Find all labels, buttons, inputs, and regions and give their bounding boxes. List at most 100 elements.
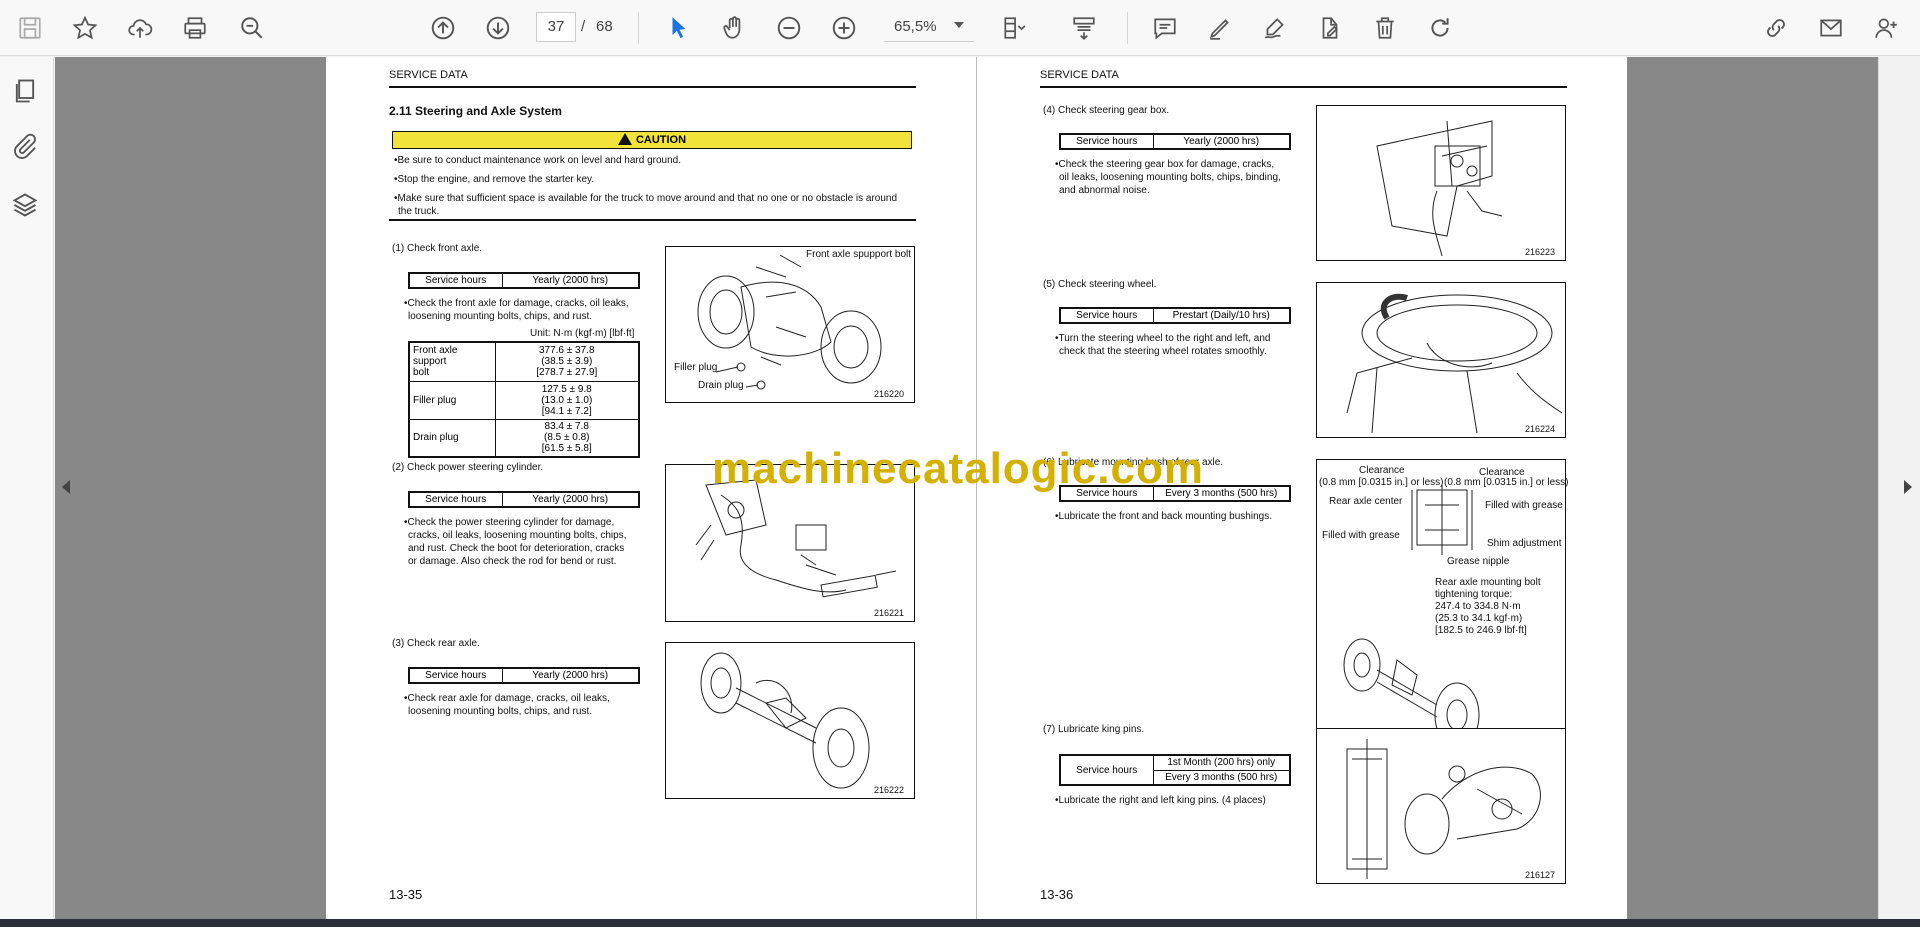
service-hours-table: Service hours Yearly (2000 hrs) [408, 667, 640, 684]
toolbar-divider [1127, 12, 1128, 44]
caution-item: •Be sure to conduct maintenance work on … [394, 155, 682, 166]
item-title: (5) Check steering wheel. [1043, 279, 1157, 290]
figure-number: 216221 [873, 608, 904, 618]
highlight-pen-icon[interactable] [1202, 10, 1238, 46]
figure-label: 247.4 to 334.8 N·m [1435, 601, 1521, 612]
item-title: (7) Lubricate king pins. [1043, 724, 1145, 735]
figure-label: Clearance [1359, 465, 1405, 476]
figure-rear-axle: 216222 [665, 642, 915, 799]
item-description: and abnormal noise. [1059, 185, 1150, 196]
item-description: or damage. Also check the rod for bend o… [408, 556, 617, 567]
account-add-icon[interactable] [1868, 10, 1904, 46]
section-title: 2.11 Steering and Axle System [389, 104, 562, 118]
figure-steering-wheel: 216224 [1316, 282, 1566, 438]
figure-number: 216223 [1524, 247, 1555, 257]
trash-icon[interactable] [1367, 10, 1403, 46]
bookmark-star-icon[interactable] [67, 10, 103, 46]
zoom-in-icon[interactable] [826, 10, 862, 46]
edit-document-icon[interactable] [1312, 10, 1348, 46]
caution-item: the truck. [398, 206, 440, 217]
figure-number: 216224 [1524, 424, 1555, 434]
figure-label: (0.8 mm [0.0315 in.] or less) [1444, 477, 1569, 488]
item-description: loosening mounting bolts, chips, and rus… [408, 311, 592, 322]
figure-front-axle: Front axle spupport bolt Filler plug Dra… [665, 246, 915, 403]
zoom-level-select[interactable]: 65,5% [884, 14, 974, 42]
item-description: loosening mounting bolts, chips, and rus… [408, 706, 592, 717]
item-description: •Check rear axle for damage, cracks, oil… [404, 693, 610, 704]
torque-unit: Unit: N·m (kgf·m) [lbf·ft] [530, 328, 635, 339]
item-description: •Turn the steering wheel to the right an… [1055, 333, 1271, 344]
hand-tool-icon[interactable] [716, 10, 752, 46]
service-hours-table: Service hours Yearly (2000 hrs) [408, 272, 640, 289]
page-fit-icon[interactable] [996, 10, 1032, 46]
service-hours-table: Service hours 1st Month (200 hrs) only Ev… [1059, 754, 1291, 786]
page-header: SERVICE DATA [389, 69, 468, 81]
page-number: 13-36 [1040, 887, 1074, 902]
layers-icon[interactable] [11, 191, 43, 223]
page-thumbnails-icon[interactable] [11, 77, 43, 109]
comment-icon[interactable] [1147, 10, 1183, 46]
email-icon[interactable] [1813, 10, 1849, 46]
figure-label: [182.5 to 246.9 lbf·ft] [1435, 625, 1527, 636]
redo-icon[interactable] [1422, 10, 1458, 46]
select-cursor-icon[interactable] [661, 10, 697, 46]
figure-label: Rear axle center [1329, 496, 1403, 507]
page-number: 13-35 [389, 887, 423, 902]
header-rule [389, 86, 916, 88]
figure-label: Grease nipple [1447, 556, 1510, 567]
figure-label: (0.8 mm [0.0315 in.] or less) [1319, 477, 1444, 488]
figure-label: tightening torque: [1435, 589, 1513, 600]
figure-label: (25.3 to 34.1 kgf·m) [1435, 613, 1523, 624]
next-page-icon[interactable] [480, 10, 516, 46]
cloud-upload-icon[interactable] [122, 10, 158, 46]
service-hours-table: Service hours Yearly (2000 hrs) [408, 491, 640, 508]
figure-rear-axle-mounting: Clearance (0.8 mm [0.0315 in.] or less) … [1316, 459, 1569, 765]
item-description: •Check the steering gear box for damage,… [1055, 159, 1275, 170]
figure-label: Filler plug [674, 362, 718, 373]
print-icon[interactable] [177, 10, 213, 46]
toolbar: 37 / 68 65,5% [0, 0, 1920, 56]
item-description: •Lubricate the front and back mounting b… [1055, 511, 1272, 522]
item-description: cracks, oil leaks, loosening mounting bo… [408, 530, 627, 541]
caution-banner: CAUTION [392, 131, 912, 149]
chevron-down-icon[interactable] [954, 22, 964, 28]
item-description: •Check the front axle for damage, cracks… [404, 298, 629, 309]
page-total: 68 [596, 18, 613, 35]
figure-number: 216222 [873, 785, 904, 795]
caution-item: •Make sure that sufficient space is avai… [394, 193, 898, 204]
previous-page-icon[interactable] [425, 10, 461, 46]
figure-label: Rear axle mounting bolt [1435, 577, 1541, 588]
page-header: SERVICE DATA [1040, 69, 1119, 81]
item-title: (2) Check power steering cylinder. [392, 462, 544, 473]
save-icon[interactable] [12, 10, 48, 46]
figure-steering-gear-box: 216223 [1316, 105, 1566, 261]
figure-number: 216220 [873, 389, 904, 399]
service-hours-table: Service hours Yearly (2000 hrs) [1059, 133, 1291, 150]
collapse-left-panel-icon[interactable] [62, 480, 70, 494]
figure-label: Shim adjustment [1487, 538, 1562, 549]
page-separator: / [581, 18, 586, 35]
share-link-icon[interactable] [1758, 10, 1794, 46]
watermark: machinecatalogic.com [712, 444, 1204, 493]
toolbar-divider [638, 12, 639, 44]
collapse-right-panel-icon[interactable] [1904, 480, 1912, 494]
figure-label: Drain plug [698, 380, 744, 391]
figure-number: 216127 [1524, 870, 1555, 880]
figure-king-pins: 216127 [1316, 728, 1566, 884]
item-description: and rust. Check the boot for deteriorati… [408, 543, 625, 554]
zoom-out-icon[interactable] [771, 10, 807, 46]
figure-label: Front axle spupport bolt [806, 249, 912, 260]
item-title: (4) Check steering gear box. [1043, 105, 1170, 116]
draw-sign-icon[interactable] [1257, 10, 1293, 46]
item-description: •Check the power steering cylinder for d… [404, 517, 615, 528]
service-hours-table: Service hours Prestart (Daily/10 hrs) [1059, 307, 1291, 324]
torque-table: Front axle support bolt 377.6 ± 37.8 (38.5… [408, 341, 640, 458]
header-rule [1040, 86, 1567, 88]
taskbar-strip [0, 919, 1920, 927]
page-number-input[interactable]: 37 [536, 12, 576, 42]
attachment-paperclip-icon[interactable] [11, 133, 43, 165]
zoom-out-search-icon[interactable] [234, 10, 270, 46]
warning-icon [617, 133, 632, 145]
scroll-mode-icon[interactable] [1066, 10, 1102, 46]
item-description: check that the steering wheel rotates sm… [1059, 346, 1267, 357]
